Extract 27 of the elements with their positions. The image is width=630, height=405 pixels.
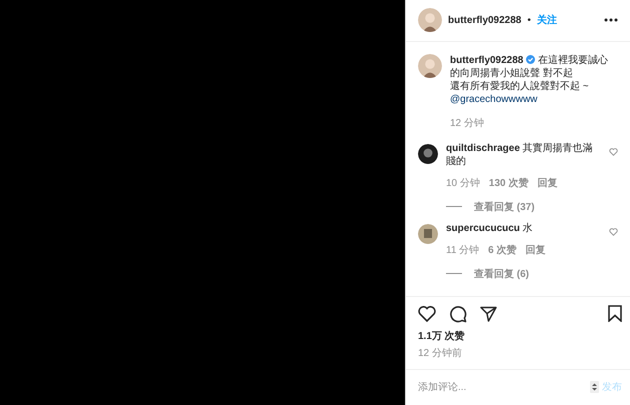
caption-text: butterfly092288 在這裡我要誠心的向周揚青小姐說聲 對不起 bbox=[450, 54, 610, 80]
emoji-picker-icon[interactable] bbox=[590, 381, 599, 394]
comment-icon[interactable] bbox=[449, 304, 467, 323]
avatar[interactable] bbox=[418, 144, 438, 164]
view-replies-link[interactable]: 查看回复 (6) bbox=[446, 266, 601, 281]
heart-icon[interactable] bbox=[418, 306, 436, 322]
username-link[interactable]: butterfly092288 bbox=[448, 14, 522, 26]
comment-text: quiltdischragee 其實周揚青也滿賤的 bbox=[446, 142, 594, 168]
comment-time: 10 分钟 bbox=[446, 176, 480, 190]
reply-link[interactable]: 回复 bbox=[537, 176, 558, 190]
follow-link[interactable]: 关注 bbox=[536, 13, 557, 28]
share-icon[interactable] bbox=[480, 306, 497, 322]
comment-time: 11 分钟 bbox=[446, 244, 480, 257]
like-count[interactable]: 6 次赞 bbox=[488, 242, 517, 257]
comment-input[interactable]: 添加评论... bbox=[418, 382, 587, 393]
like-count[interactable]: 130 次赞 bbox=[488, 176, 528, 190]
mention-link[interactable]: @gracechowwwww bbox=[450, 94, 538, 105]
reply-link[interactable]: 回复 bbox=[526, 242, 546, 257]
comment-text: supercucucucu 水 bbox=[446, 222, 534, 235]
more-icon[interactable] bbox=[604, 18, 618, 22]
timestamp: 12 分钟 bbox=[450, 116, 485, 130]
separator-dot: • bbox=[527, 14, 531, 26]
bookmark-icon[interactable] bbox=[608, 305, 622, 322]
view-replies-link[interactable]: 查看回复 (37) bbox=[446, 200, 601, 214]
post-time: 12 分钟前 bbox=[417, 346, 463, 361]
caption-text: 還有所有愛我的人說聲對不起 ~ @gracechowwwww bbox=[450, 80, 590, 106]
like-count[interactable]: 1.1万 次赞 bbox=[406, 322, 630, 343]
